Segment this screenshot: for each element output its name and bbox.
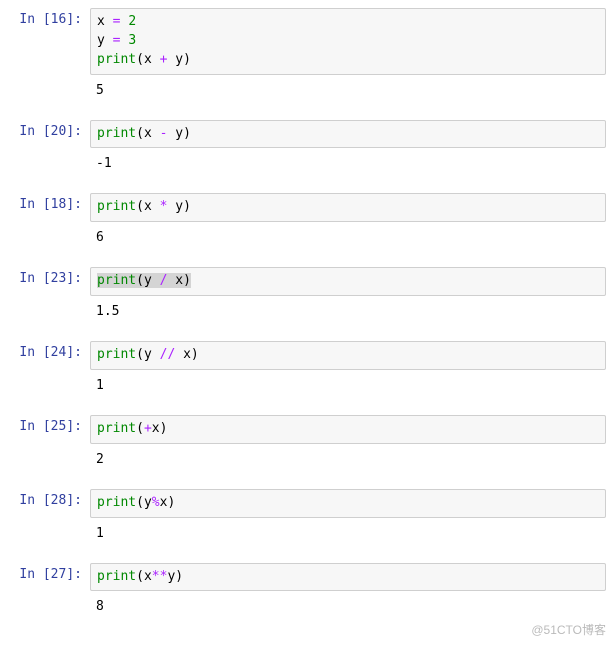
output-row: 6 <box>8 226 606 249</box>
code-input[interactable]: print(x - y) <box>90 120 606 149</box>
cell-output: 1 <box>90 374 606 397</box>
code-cell: In [27]:print(x**y) <box>8 563 606 592</box>
code-cell: In [25]:print(+x) <box>8 415 606 444</box>
code-input[interactable]: print(x**y) <box>90 563 606 592</box>
output-row: 8 <box>8 595 606 618</box>
code-input[interactable]: x = 2 y = 3 print(x + y) <box>90 8 606 75</box>
code-input[interactable]: print(y / x) <box>90 267 606 296</box>
output-row: 1 <box>8 522 606 545</box>
output-row: 5 <box>8 79 606 102</box>
cell-output: 1.5 <box>90 300 606 323</box>
output-row: 2 <box>8 448 606 471</box>
notebook-container: In [16]:x = 2 y = 3 print(x + y)5In [20]… <box>8 8 606 618</box>
input-prompt: In [16]: <box>8 8 90 75</box>
output-row: -1 <box>8 152 606 175</box>
input-prompt: In [27]: <box>8 563 90 592</box>
input-prompt: In [18]: <box>8 193 90 222</box>
output-row: 1.5 <box>8 300 606 323</box>
cell-output: -1 <box>90 152 606 175</box>
code-cell: In [18]:print(x * y) <box>8 193 606 222</box>
code-cell: In [28]:print(y%x) <box>8 489 606 518</box>
watermark-text: @51CTO博客 <box>531 621 606 638</box>
input-prompt: In [24]: <box>8 341 90 370</box>
cell-output: 5 <box>90 79 606 102</box>
code-cell: In [24]:print(y // x) <box>8 341 606 370</box>
input-prompt: In [25]: <box>8 415 90 444</box>
code-input[interactable]: print(y // x) <box>90 341 606 370</box>
code-input[interactable]: print(x * y) <box>90 193 606 222</box>
cell-output: 8 <box>90 595 606 618</box>
code-input[interactable]: print(y%x) <box>90 489 606 518</box>
code-input[interactable]: print(+x) <box>90 415 606 444</box>
input-prompt: In [20]: <box>8 120 90 149</box>
input-prompt: In [28]: <box>8 489 90 518</box>
code-cell: In [23]:print(y / x) <box>8 267 606 296</box>
code-cell: In [20]:print(x - y) <box>8 120 606 149</box>
cell-output: 2 <box>90 448 606 471</box>
code-cell: In [16]:x = 2 y = 3 print(x + y) <box>8 8 606 75</box>
output-row: 1 <box>8 374 606 397</box>
cell-output: 6 <box>90 226 606 249</box>
input-prompt: In [23]: <box>8 267 90 296</box>
cell-output: 1 <box>90 522 606 545</box>
